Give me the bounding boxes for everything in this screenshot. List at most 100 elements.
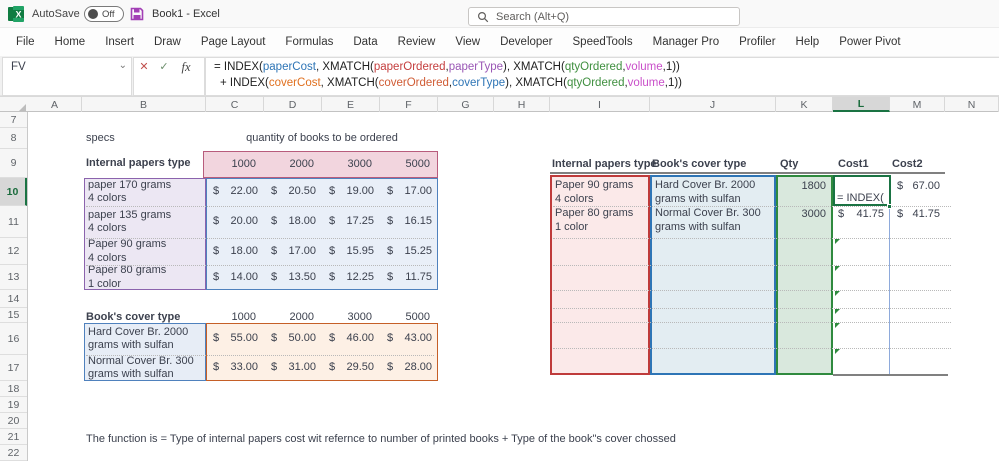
specs-label[interactable]: specs	[86, 132, 186, 146]
active-cell-editor[interactable]: = INDEX(	[833, 175, 891, 206]
cover-type-cell[interactable]: Normal Cover Br. 300 grams with sulfan	[88, 355, 204, 381]
paper-cost-cell[interactable]: $20.00	[206, 206, 264, 238]
ribbon-tab-help[interactable]: Help	[786, 28, 830, 56]
paper-cost-cell[interactable]: $15.95	[322, 238, 380, 265]
quantity-banner[interactable]: quantity of books to be ordered	[206, 132, 438, 146]
paper-cost-cell[interactable]: $20.50	[264, 178, 322, 206]
paper-cost-cell[interactable]: $15.25	[380, 238, 438, 265]
paper-volume-cell[interactable]: 2000	[264, 158, 322, 172]
paper-type-cell[interactable]: paper 170 grams 4 colors	[88, 178, 204, 206]
cover-cost-cell[interactable]: $28.00	[380, 355, 438, 381]
order-cost2-cell[interactable]: $41.75	[892, 208, 943, 222]
order-paper-cell[interactable]: Paper 90 grams 4 colors	[555, 179, 647, 205]
paper-cost-cell[interactable]: $19.00	[322, 178, 380, 206]
note-text[interactable]: The function is = Type of internal paper…	[86, 433, 986, 447]
order-header-cost2[interactable]: Cost2	[892, 158, 999, 172]
cover-cost-cell[interactable]: $55.00	[206, 323, 264, 355]
paper-cost-cell[interactable]: $13.50	[264, 265, 322, 290]
formula-input[interactable]: = INDEX(paperCost, XMATCH(paperOrdered,p…	[205, 57, 999, 96]
order-cover-line1: Hard Cover Br. 2000	[655, 179, 756, 191]
paper-type-line2: 4 colors	[88, 251, 127, 264]
ribbon-tab-power-pivot[interactable]: Power Pivot	[829, 28, 910, 56]
ribbon-tab-manager-pro[interactable]: Manager Pro	[643, 28, 729, 56]
currency-symbol: $	[387, 215, 394, 228]
paper-table-title[interactable]: Internal papers type	[86, 157, 216, 171]
cover-cost-cell[interactable]: $29.50	[322, 355, 380, 381]
paper-cost-cell[interactable]: $17.00	[380, 178, 438, 206]
ribbon-tab-developer[interactable]: Developer	[490, 28, 562, 56]
order-paper-cell[interactable]: Paper 80 grams 1 color	[555, 207, 647, 237]
order-header-cover[interactable]: Book's cover type	[652, 158, 772, 172]
formula-token: ,1))	[664, 77, 682, 89]
paper-cost-value: 22.00	[230, 185, 258, 198]
paper-cost-cell[interactable]: $17.00	[264, 238, 322, 265]
paper-volume-cell[interactable]: 1000	[206, 158, 264, 172]
paper-cost-cell[interactable]: $14.00	[206, 265, 264, 290]
cover-cost-value: 50.00	[288, 332, 316, 345]
paper-cost-cell[interactable]: $18.00	[264, 206, 322, 238]
paper-cost-cell[interactable]: $22.00	[206, 178, 264, 206]
excel-window: X AutoSave Off Book1 - Excel Search (Alt…	[0, 0, 999, 461]
error-indicator-icon	[835, 266, 840, 271]
search-input[interactable]: Search (Alt+Q)	[468, 7, 740, 26]
currency-symbol: $	[213, 332, 220, 345]
formula-token: ), XMATCH(	[505, 77, 567, 89]
cover-cost-value: 31.00	[288, 361, 316, 374]
paper-volume-cell[interactable]: 3000	[322, 158, 380, 172]
paper-type-cell[interactable]: Paper 80 grams 1 color	[88, 264, 204, 290]
autosave-toggle[interactable]: Off	[84, 6, 124, 22]
chevron-down-icon[interactable]: ⌄	[119, 60, 127, 71]
paper-cost-cell[interactable]: $17.25	[322, 206, 380, 238]
save-button[interactable]	[130, 0, 144, 28]
currency-symbol: $	[387, 270, 394, 283]
currency-symbol: $	[897, 180, 904, 193]
order-cover-cell[interactable]: Hard Cover Br. 2000 grams with sulfan	[655, 179, 773, 205]
ribbon-tab-speedtools[interactable]: SpeedTools	[563, 28, 643, 56]
order-qty-cell[interactable]: 1800	[776, 180, 831, 194]
paper-cost-cell[interactable]: $18.00	[206, 238, 264, 265]
currency-symbol: $	[271, 185, 278, 198]
paper-type-cell[interactable]: Paper 90 grams 4 colors	[88, 238, 204, 265]
formula-token: ,1))	[662, 61, 680, 73]
paper-cost-cell[interactable]: $11.75	[380, 265, 438, 290]
paper-cost-cell[interactable]: $12.25	[322, 265, 380, 290]
ribbon-tab-review[interactable]: Review	[388, 28, 446, 56]
ribbon-tab-insert[interactable]: Insert	[95, 28, 144, 56]
name-box[interactable]: FV ⌄	[2, 57, 132, 96]
error-indicator-icon	[835, 239, 840, 244]
toggle-knob-icon	[88, 9, 98, 19]
formula-token: + INDEX(	[220, 77, 269, 89]
cancel-button[interactable]: ✕	[136, 60, 152, 73]
insert-function-button[interactable]: fx	[178, 60, 194, 75]
cover-cost-cell[interactable]: $50.00	[264, 323, 322, 355]
cover-cost-cell[interactable]: $43.00	[380, 323, 438, 355]
error-indicator-icon	[835, 291, 840, 296]
cover-cost-cell[interactable]: $46.00	[322, 323, 380, 355]
ribbon-tab-file[interactable]: File	[6, 28, 45, 56]
ribbon-tab-home[interactable]: Home	[45, 28, 96, 56]
ribbon-tab-profiler[interactable]: Profiler	[729, 28, 785, 56]
order-cover-line1: Normal Cover Br. 300	[655, 207, 761, 219]
currency-symbol: $	[387, 361, 394, 374]
order-cost2-cell[interactable]: $67.00	[892, 180, 943, 194]
paper-type-cell[interactable]: paper 135 grams 4 colors	[88, 206, 204, 238]
currency-symbol: $	[329, 215, 336, 228]
ribbon-tab-view[interactable]: View	[445, 28, 490, 56]
ribbon-tab-data[interactable]: Data	[343, 28, 387, 56]
excel-app-icon[interactable]: X	[8, 0, 24, 28]
fill-handle[interactable]	[887, 204, 892, 209]
paper-cost-cell[interactable]: $16.15	[380, 206, 438, 238]
order-qty-cell[interactable]: 3000	[776, 208, 831, 222]
paper-cost-value: 14.00	[230, 270, 258, 283]
order-cover-cell[interactable]: Normal Cover Br. 300 grams with sulfan	[655, 207, 773, 237]
order-cost1-cell[interactable]: $41.75	[835, 208, 887, 222]
ribbon-tab-draw[interactable]: Draw	[144, 28, 191, 56]
title-bar: X AutoSave Off Book1 - Excel Search (Alt…	[0, 0, 999, 28]
cover-type-cell[interactable]: Hard Cover Br. 2000 grams with sulfan	[88, 323, 204, 355]
paper-volume-cell[interactable]: 5000	[380, 158, 438, 172]
cover-cost-cell[interactable]: $31.00	[264, 355, 322, 381]
ribbon-tab-page-layout[interactable]: Page Layout	[191, 28, 276, 56]
enter-button[interactable]: ✓	[156, 60, 172, 73]
ribbon-tab-formulas[interactable]: Formulas	[275, 28, 343, 56]
cover-cost-cell[interactable]: $33.00	[206, 355, 264, 381]
